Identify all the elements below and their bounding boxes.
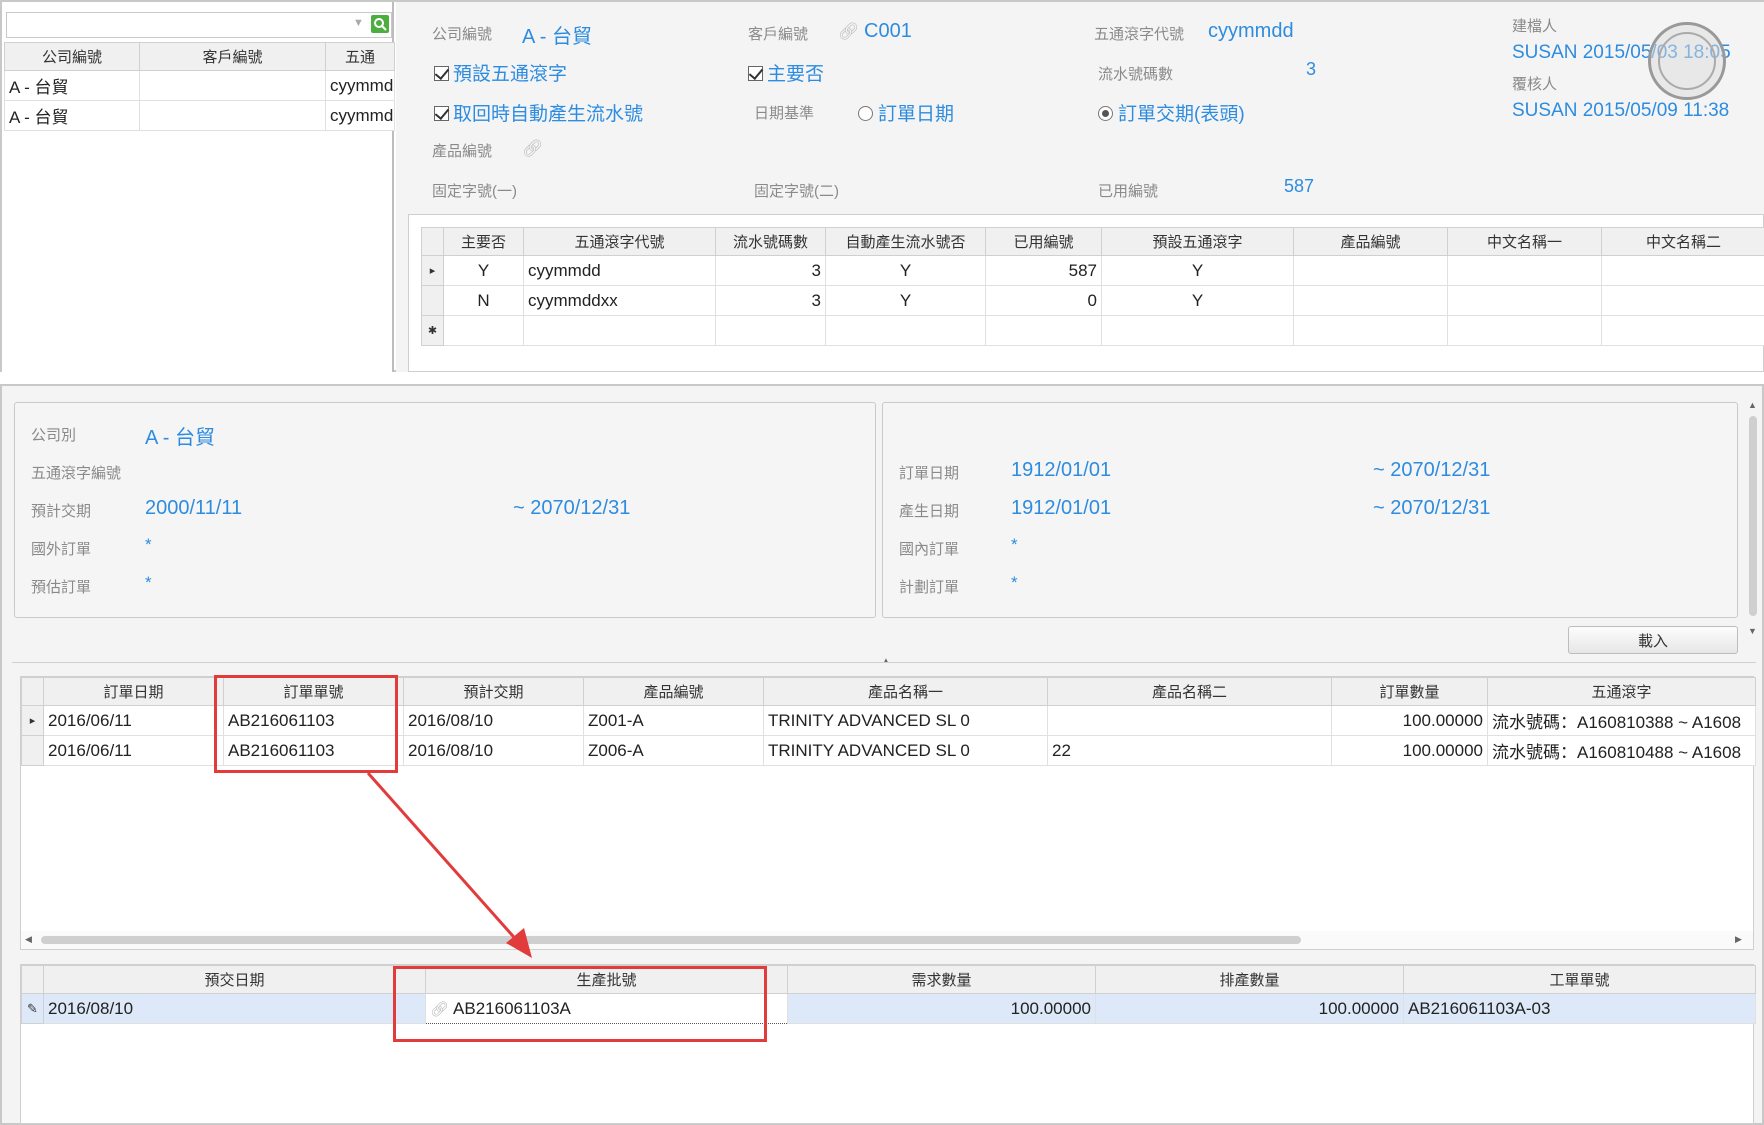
highlight-arrow xyxy=(366,772,532,958)
